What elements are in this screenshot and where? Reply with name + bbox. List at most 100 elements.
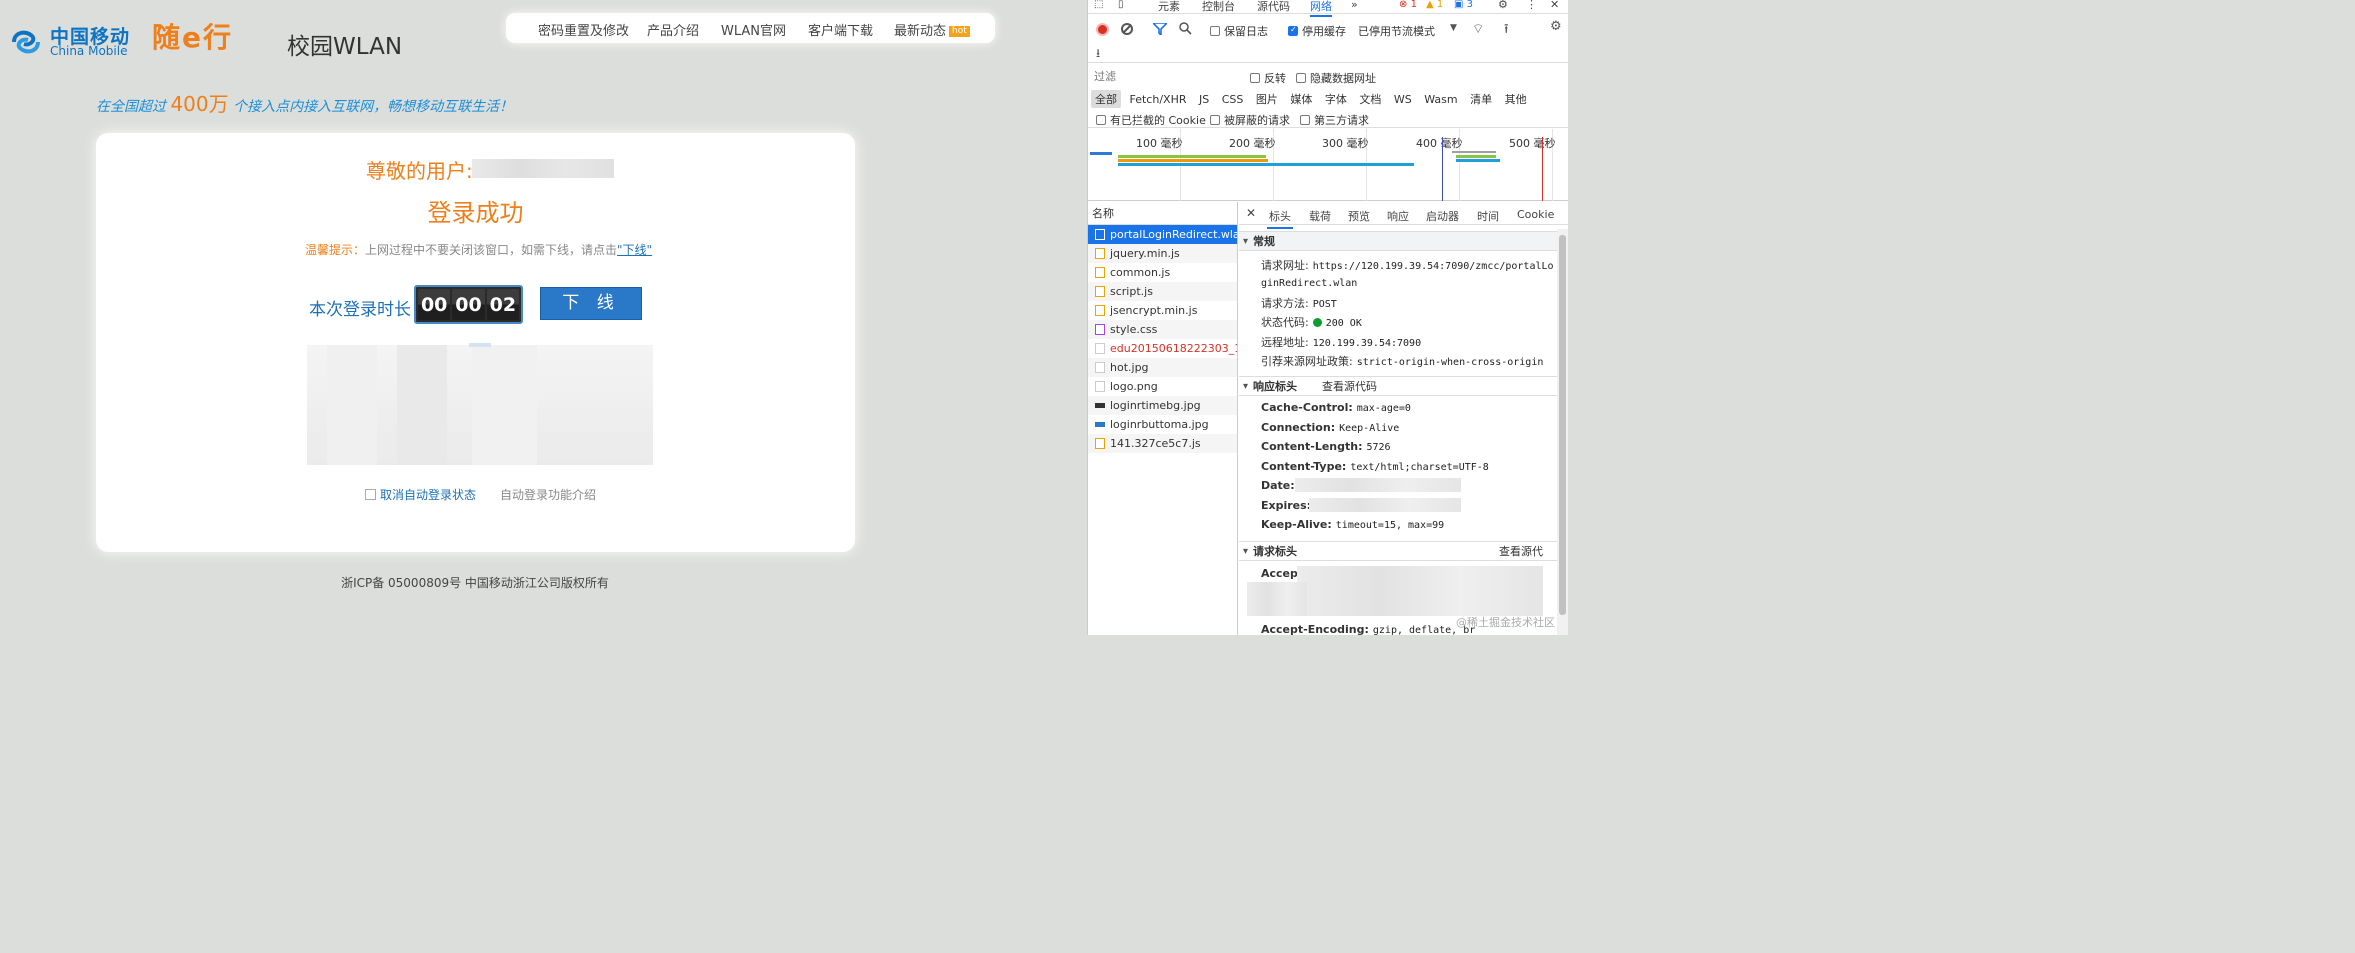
tab-elements[interactable]: 元素 [1158, 0, 1180, 14]
hide-data-urls-option[interactable]: 隐藏数据网址 [1296, 70, 1376, 86]
warning-count-badge[interactable]: ▲ 1 [1426, 0, 1443, 10]
preserve-log-option[interactable]: 保留日志 [1210, 23, 1268, 39]
message-count-badge[interactable]: ▣ 3 [1454, 0, 1473, 10]
third-party-option[interactable]: 第三方请求 [1300, 112, 1369, 128]
hide-data-urls-checkbox[interactable] [1296, 73, 1306, 83]
timeline-label: 200 毫秒 [1229, 137, 1276, 150]
detail-tab-payload[interactable]: 载荷 [1309, 208, 1331, 224]
request-row[interactable]: style.css [1088, 320, 1237, 339]
detail-scrollbar[interactable] [1557, 229, 1568, 635]
request-row[interactable]: loginrtimebg.jpg [1088, 396, 1237, 415]
general-section-header[interactable]: 常规 [1239, 231, 1568, 251]
filter-icon[interactable] [1153, 23, 1167, 35]
auto-login-intro-link[interactable]: 自动登录功能介绍 [500, 488, 596, 502]
request-list: 名称 portalLoginRedirect.wlan jquery.min.js… [1088, 202, 1238, 635]
cancel-auto-login-checkbox[interactable] [365, 489, 376, 500]
disable-cache-checkbox[interactable] [1288, 25, 1298, 36]
blocked-requests-checkbox[interactable] [1210, 115, 1220, 125]
throttle-select[interactable]: 已停用节流模式 [1358, 23, 1435, 39]
request-row[interactable]: jsencrypt.min.js [1088, 301, 1237, 320]
import-har-icon[interactable]: ⭱ [1504, 20, 1509, 42]
type-doc[interactable]: 文档 [1355, 90, 1385, 108]
accept-encoding-key: Accept-Encoding: [1261, 623, 1369, 635]
network-conditions-icon[interactable]: ⌔ [1472, 21, 1484, 37]
detail-tab-initiator[interactable]: 启动器 [1426, 208, 1459, 224]
clear-icon[interactable] [1121, 23, 1133, 35]
record-icon[interactable] [1096, 23, 1109, 36]
blocked-requests-option[interactable]: 被屏蔽的请求 [1210, 112, 1290, 128]
date-redacted [1295, 478, 1461, 492]
detail-tab-headers[interactable]: 标头 [1267, 208, 1293, 229]
type-css[interactable]: CSS [1218, 92, 1248, 107]
blocked-cookies-checkbox[interactable] [1096, 115, 1106, 125]
blocked-requests-label: 被屏蔽的请求 [1224, 114, 1290, 127]
type-all[interactable]: 全部 [1091, 90, 1121, 108]
blocked-cookies-option[interactable]: 有已拦截的 Cookie [1096, 112, 1206, 128]
nav-latest-news-label: 最新动态 [894, 24, 947, 39]
message-count: 3 [1466, 0, 1474, 10]
request-row[interactable]: logo.png [1088, 377, 1237, 396]
logout-button[interactable]: 下 线 [540, 287, 642, 320]
request-row[interactable]: script.js [1088, 282, 1237, 301]
request-view-source-link[interactable]: 查看源代 [1499, 542, 1543, 561]
request-row[interactable]: loginrbuttoma.jpg [1088, 415, 1237, 434]
detail-tab-preview[interactable]: 预览 [1348, 208, 1370, 224]
content-length-key: Content-Length: [1261, 440, 1363, 453]
network-timeline[interactable]: 100 毫秒 200 毫秒 300 毫秒 400 毫秒 500 毫秒 [1088, 129, 1568, 201]
device-toggle-icon[interactable]: ▯ [1118, 0, 1124, 10]
export-har-icon[interactable]: ⭳ [1096, 44, 1100, 65]
type-fetch-xhr[interactable]: Fetch/XHR [1126, 92, 1191, 107]
close-devtools-icon[interactable]: ✕ [1550, 0, 1559, 11]
remote-address-row: 远程地址: 120.199.39.54:7090 [1261, 334, 1421, 350]
request-row[interactable]: common.js [1088, 263, 1237, 282]
invert-label: 反转 [1264, 72, 1286, 85]
preserve-log-checkbox[interactable] [1210, 26, 1220, 36]
tab-network[interactable]: 网络 [1310, 0, 1332, 17]
kebab-menu-icon[interactable]: ⋮ [1526, 0, 1537, 11]
error-count-badge[interactable]: ⊗ 1 [1399, 0, 1417, 10]
type-ws[interactable]: WS [1390, 92, 1416, 107]
tab-console[interactable]: 控制台 [1202, 0, 1235, 14]
chevron-down-icon[interactable]: ▼ [1450, 23, 1457, 33]
response-headers-section-header[interactable]: 响应标头 查看源代码 [1239, 376, 1568, 396]
detail-tab-response[interactable]: 响应 [1387, 208, 1409, 224]
scrollbar-thumb[interactable] [1559, 235, 1566, 615]
type-wasm[interactable]: Wasm [1420, 92, 1461, 107]
filter-input[interactable] [1091, 68, 1237, 84]
name-column-header[interactable]: 名称 [1088, 202, 1237, 225]
inspect-icon[interactable]: ⬚ [1094, 0, 1103, 10]
type-font[interactable]: 字体 [1321, 90, 1351, 108]
request-row[interactable]: portalLoginRedirect.wlan [1088, 225, 1237, 244]
response-view-source-link[interactable]: 查看源代码 [1322, 377, 1377, 396]
request-row[interactable]: jquery.min.js [1088, 244, 1237, 263]
cancel-auto-login-link[interactable]: 取消自动登录状态 [380, 488, 476, 502]
tab-sources[interactable]: 源代码 [1257, 0, 1290, 14]
nav-client-download[interactable]: 客户端下载 [808, 20, 873, 39]
settings-icon[interactable]: ⚙ [1498, 0, 1508, 11]
more-tabs-icon[interactable]: » [1351, 0, 1358, 11]
request-row[interactable]: 141.327ce5c7.js [1088, 434, 1237, 453]
search-icon[interactable] [1179, 22, 1192, 35]
invert-option[interactable]: 反转 [1250, 70, 1286, 86]
network-settings-icon[interactable]: ⚙ [1550, 19, 1562, 34]
nav-wlan-site[interactable]: WLAN官网 [721, 20, 786, 39]
detail-tab-timing[interactable]: 时间 [1477, 208, 1499, 224]
close-detail-icon[interactable]: ✕ [1246, 206, 1256, 220]
detail-tab-cookies[interactable]: Cookie [1517, 208, 1554, 221]
type-js[interactable]: JS [1195, 92, 1213, 107]
nav-product-intro[interactable]: 产品介绍 [647, 20, 699, 39]
nav-latest-news[interactable]: 最新动态 hot [894, 20, 970, 39]
invert-checkbox[interactable] [1250, 73, 1260, 83]
request-row[interactable]: edu20150618222303_1.j... [1088, 339, 1237, 358]
request-row[interactable]: hot.jpg [1088, 358, 1237, 377]
nav-password-reset[interactable]: 密码重置及修改 [538, 20, 629, 39]
third-party-checkbox[interactable] [1300, 115, 1310, 125]
disable-cache-option[interactable]: 停用缓存 [1288, 23, 1346, 39]
type-other[interactable]: 其他 [1501, 90, 1531, 108]
request-headers-section-header[interactable]: 请求标头 查看源代 [1239, 541, 1568, 561]
type-manifest[interactable]: 清单 [1466, 90, 1496, 108]
cache-control-key: Cache-Control: [1261, 401, 1353, 414]
type-img[interactable]: 图片 [1252, 90, 1282, 108]
tip-logout-link[interactable]: "下线" [617, 243, 652, 257]
type-media[interactable]: 媒体 [1286, 90, 1316, 108]
